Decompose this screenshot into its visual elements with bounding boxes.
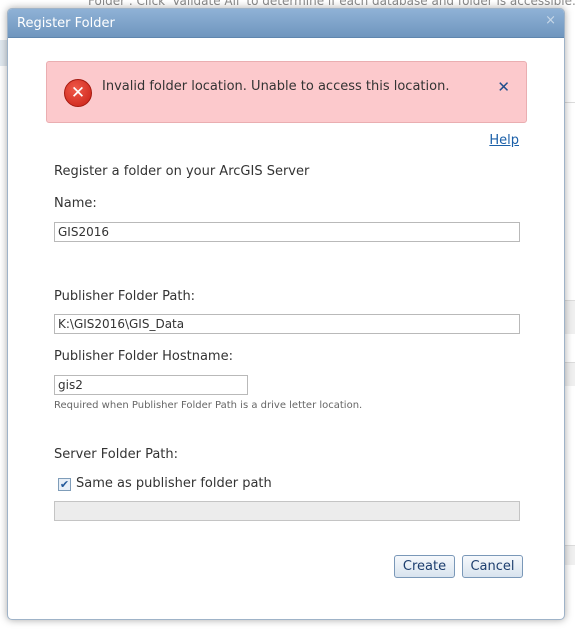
create-button[interactable]: Create <box>394 555 455 578</box>
name-input[interactable] <box>54 222 520 242</box>
help-link[interactable]: Help <box>489 133 519 148</box>
dialog-titlebar[interactable]: Register Folder × <box>8 9 564 38</box>
dismiss-error-icon[interactable]: ✕ <box>497 78 510 96</box>
cancel-button[interactable]: Cancel <box>462 555 523 578</box>
publisher-hostname-label: Publisher Folder Hostname: <box>54 349 233 364</box>
name-label: Name: <box>54 196 97 211</box>
dialog-title: Register Folder <box>17 16 115 31</box>
error-message-text: Invalid folder location. Unable to acces… <box>102 79 450 94</box>
intro-text: Register a folder on your ArcGIS Server <box>54 164 310 179</box>
same-as-publisher-label[interactable]: Same as publisher folder path <box>76 476 272 491</box>
server-path-input <box>54 501 520 521</box>
publisher-path-label: Publisher Folder Path: <box>54 289 196 304</box>
error-circle-icon: ✕ <box>64 79 92 107</box>
error-message-box: ✕ Invalid folder location. Unable to acc… <box>46 61 527 123</box>
background-instruction-text: Folder . Click 'Validate All' to determi… <box>88 0 575 8</box>
hostname-hint: Required when Publisher Folder Path is a… <box>54 400 363 411</box>
publisher-hostname-input[interactable] <box>54 375 248 395</box>
publisher-path-input[interactable] <box>54 314 520 334</box>
close-icon[interactable]: × <box>545 13 556 28</box>
register-folder-dialog: Register Folder × ✕ Invalid folder locat… <box>7 8 565 620</box>
same-as-publisher-checkbox[interactable]: ✔ <box>58 478 71 491</box>
server-path-label: Server Folder Path: <box>54 447 179 462</box>
